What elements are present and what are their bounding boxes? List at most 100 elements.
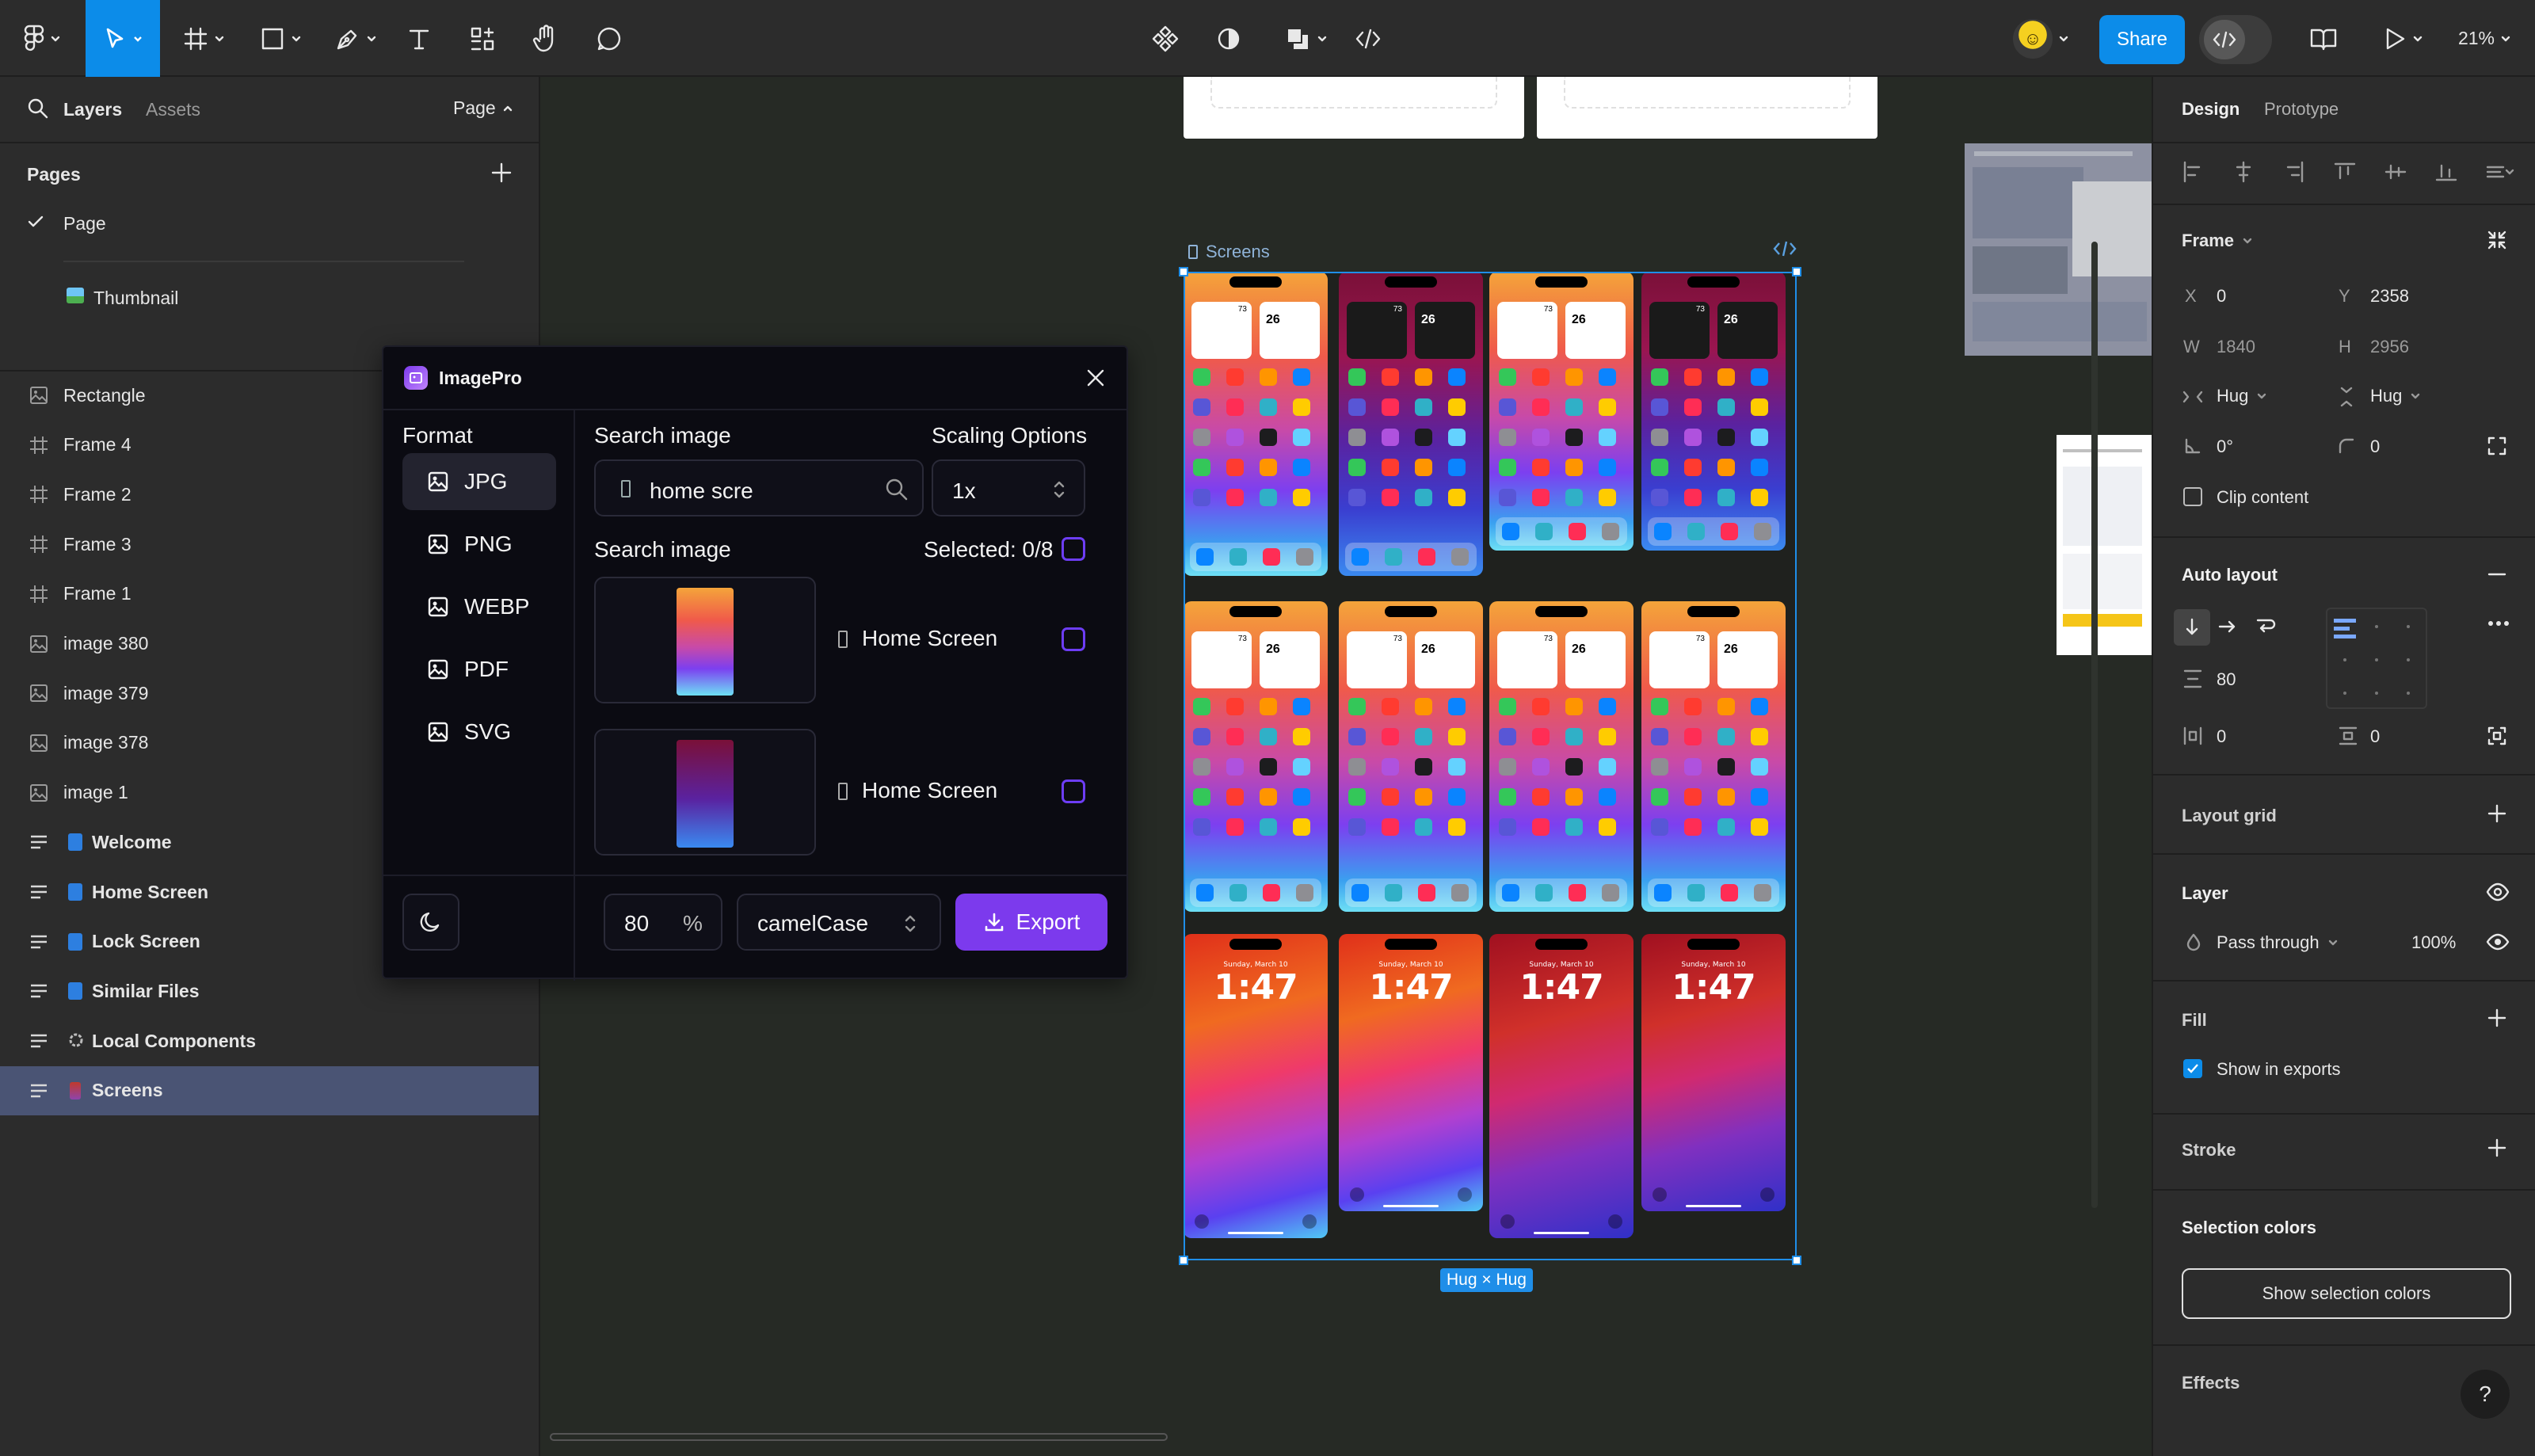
home-screen-phone[interactable]: 73 26 bbox=[1641, 272, 1786, 551]
more-options-icon[interactable] bbox=[2486, 619, 2511, 628]
align-left-icon[interactable] bbox=[2182, 161, 2204, 183]
resize-handle[interactable] bbox=[1792, 1256, 1801, 1265]
home-screen-phone[interactable]: 73 26 bbox=[1339, 601, 1483, 912]
zoom-menu[interactable]: 21% bbox=[2445, 0, 2524, 77]
frame-tool-button[interactable] bbox=[176, 0, 231, 77]
align-center-h-icon[interactable] bbox=[2232, 161, 2255, 183]
align-bottom-icon[interactable] bbox=[2435, 161, 2457, 183]
plugin-preview-frame[interactable] bbox=[2057, 435, 2152, 655]
resize-handle[interactable] bbox=[1179, 267, 1188, 276]
naming-select[interactable]: camelCase bbox=[737, 894, 941, 951]
search-icon[interactable] bbox=[27, 97, 49, 120]
frame-type-selector[interactable]: Frame bbox=[2182, 231, 2253, 251]
resize-handle[interactable] bbox=[1792, 267, 1801, 276]
layer-row[interactable]: Local Components bbox=[0, 1016, 539, 1065]
layer-row[interactable]: Screens bbox=[0, 1065, 539, 1115]
search-input[interactable]: home scre bbox=[594, 459, 924, 516]
tab-assets[interactable]: Assets bbox=[146, 99, 200, 120]
library-button[interactable] bbox=[2304, 0, 2343, 77]
y-input[interactable]: 2358 bbox=[2370, 286, 2409, 307]
layer-blend-icon[interactable] bbox=[2486, 882, 2510, 902]
boolean-button[interactable] bbox=[1277, 0, 1334, 77]
alignment-grid[interactable] bbox=[2326, 608, 2427, 709]
user-avatar-button[interactable]: ☺ bbox=[2009, 0, 2072, 77]
shape-tool-button[interactable] bbox=[252, 0, 309, 77]
align-top-icon[interactable] bbox=[2334, 161, 2356, 183]
show-selection-colors-button[interactable]: Show selection colors bbox=[2182, 1268, 2511, 1319]
clip-content-checkbox[interactable] bbox=[2183, 487, 2202, 506]
result-thumbnail[interactable] bbox=[594, 729, 816, 856]
format-option-jpg[interactable]: JPG bbox=[402, 453, 556, 510]
remove-auto-layout-icon[interactable] bbox=[2486, 563, 2508, 585]
quality-input[interactable]: 80 % bbox=[604, 894, 722, 951]
tab-design[interactable]: Design bbox=[2182, 99, 2240, 120]
align-center-v-icon[interactable] bbox=[2384, 161, 2407, 183]
search-icon[interactable] bbox=[884, 477, 909, 502]
x-input[interactable]: 0 bbox=[2217, 286, 2226, 307]
theme-toggle-button[interactable] bbox=[1209, 0, 1248, 77]
add-fill-plus-icon[interactable] bbox=[2486, 1007, 2508, 1029]
home-screen-phone[interactable]: 73 26 bbox=[1184, 272, 1328, 576]
tab-layers[interactable]: Layers bbox=[63, 99, 122, 120]
hand-tool-button[interactable] bbox=[526, 0, 566, 77]
text-tool-button[interactable] bbox=[399, 0, 439, 77]
comment-tool-button[interactable] bbox=[589, 0, 629, 77]
page-item-page[interactable]: Page bbox=[0, 202, 539, 243]
format-option-png[interactable]: PNG bbox=[402, 516, 556, 573]
direction-vertical-button[interactable] bbox=[2174, 609, 2210, 646]
main-menu-button[interactable] bbox=[14, 0, 70, 77]
blend-mode-select[interactable]: Pass through bbox=[2217, 932, 2339, 953]
home-screen-phone[interactable]: 73 26 bbox=[1489, 272, 1633, 551]
result-checkbox[interactable] bbox=[1062, 779, 1085, 803]
independent-corners-icon[interactable] bbox=[2486, 435, 2508, 457]
home-screen-phone[interactable]: 73 26 bbox=[1641, 601, 1786, 912]
frame-top-left[interactable] bbox=[1184, 77, 1524, 139]
width-sizing-select[interactable]: Hug bbox=[2217, 386, 2267, 406]
pen-tool-button[interactable] bbox=[328, 0, 383, 77]
format-option-svg[interactable]: SVG bbox=[402, 703, 556, 760]
format-option-pdf[interactable]: PDF bbox=[402, 641, 556, 698]
export-button[interactable]: Export bbox=[955, 894, 1107, 951]
vertical-scrollbar[interactable] bbox=[2091, 242, 2098, 1208]
screens-frame[interactable]: 73 26 73 26 73 26 73 26 73 26 73 26 73 26 73 26 Sunday, … bbox=[1184, 272, 1797, 1260]
eye-icon[interactable] bbox=[2486, 932, 2510, 951]
show-in-exports-checkbox[interactable] bbox=[2183, 1059, 2202, 1078]
move-tool-button[interactable] bbox=[86, 0, 160, 77]
horizontal-scrollbar[interactable] bbox=[550, 1433, 1168, 1441]
resize-handle[interactable] bbox=[1179, 1256, 1188, 1265]
code-icon[interactable] bbox=[1773, 240, 1797, 257]
components-button[interactable] bbox=[1146, 0, 1185, 77]
lock-screen-phone[interactable]: Sunday, March 10 1:47 bbox=[1184, 934, 1328, 1238]
individual-padding-icon[interactable] bbox=[2486, 725, 2508, 747]
resize-to-fit-icon[interactable] bbox=[2486, 229, 2508, 251]
height-sizing-select[interactable]: Hug bbox=[2370, 386, 2421, 406]
dev-code-button[interactable] bbox=[1348, 0, 1388, 77]
tab-prototype[interactable]: Prototype bbox=[2264, 99, 2339, 120]
theme-toggle-button[interactable] bbox=[402, 894, 459, 951]
gap-input[interactable]: 80 bbox=[2217, 669, 2236, 690]
present-button[interactable] bbox=[2375, 0, 2430, 77]
opacity-input[interactable]: 100% bbox=[2411, 932, 2456, 953]
close-icon[interactable] bbox=[1084, 366, 1107, 390]
select-all-checkbox[interactable] bbox=[1062, 537, 1085, 561]
home-screen-phone[interactable]: 73 26 bbox=[1339, 272, 1483, 576]
dev-mode-toggle[interactable] bbox=[2199, 15, 2272, 64]
add-page-plus-icon[interactable] bbox=[490, 161, 513, 185]
result-checkbox[interactable] bbox=[1062, 627, 1085, 651]
help-button[interactable]: ? bbox=[2461, 1370, 2510, 1419]
home-screen-phone[interactable]: 73 26 bbox=[1489, 601, 1633, 912]
lock-screen-phone[interactable]: Sunday, March 10 1:47 bbox=[1339, 934, 1483, 1211]
result-thumbnail[interactable] bbox=[594, 577, 816, 703]
wrap-icon[interactable] bbox=[2255, 616, 2277, 638]
rotation-input[interactable]: 0° bbox=[2217, 436, 2233, 457]
format-option-webp[interactable]: WEBP bbox=[402, 578, 556, 635]
frame-top-right[interactable] bbox=[1537, 77, 1877, 139]
page-item-thumbnail[interactable]: Thumbnail bbox=[0, 276, 539, 318]
page-selector[interactable]: Page bbox=[453, 97, 513, 119]
padding-vertical-input[interactable]: 0 bbox=[2370, 726, 2380, 747]
padding-horizontal-input[interactable]: 0 bbox=[2217, 726, 2226, 747]
distribute-icon[interactable] bbox=[2486, 161, 2514, 183]
home-screen-phone[interactable]: 73 26 bbox=[1184, 601, 1328, 912]
add-layout-grid-plus-icon[interactable] bbox=[2486, 802, 2508, 825]
align-right-icon[interactable] bbox=[2283, 161, 2305, 183]
